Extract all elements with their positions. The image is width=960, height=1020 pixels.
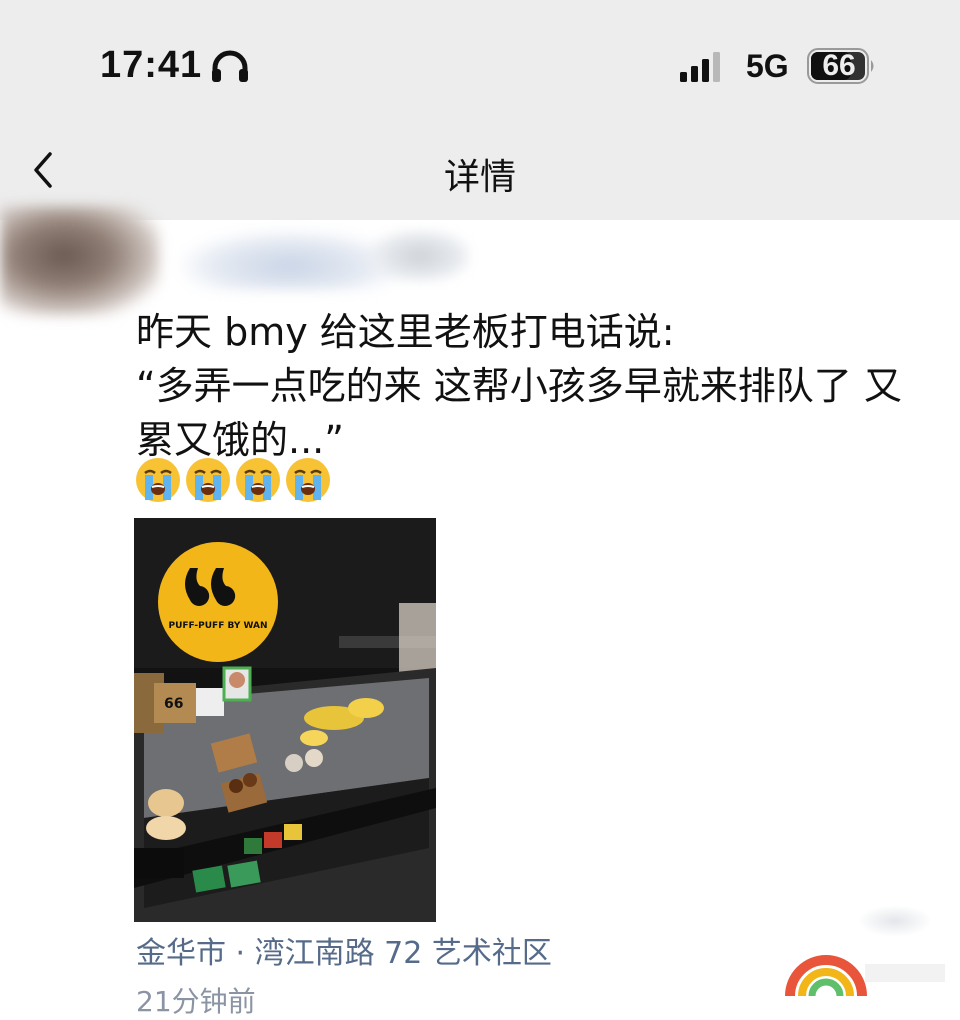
loudly-crying-face-icon bbox=[236, 458, 280, 502]
redacted-area bbox=[860, 906, 930, 936]
post-header bbox=[0, 190, 960, 316]
headphone-icon bbox=[212, 50, 248, 82]
loudly-crying-face-icon bbox=[136, 458, 180, 502]
emoji-row bbox=[134, 456, 332, 504]
logo-text: PUFF-PUFF BY WAN bbox=[168, 621, 267, 631]
signal-bars-icon bbox=[680, 52, 720, 82]
post-text-line: 昨天 bmy 给这里老板打电话说: bbox=[136, 310, 675, 354]
post-photo[interactable]: PUFF-PUFF BY WAN 66 bbox=[134, 518, 436, 922]
post-location[interactable]: 金华市 · 湾江南路 72 艺术社区 bbox=[136, 928, 552, 972]
status-time: 17:41 bbox=[100, 44, 203, 86]
post-text: 昨天 bmy 给这里老板打电话说: “多弄一点吃的来 这帮小孩多早就来排队了 又… bbox=[136, 305, 936, 467]
meta-redacted bbox=[370, 230, 470, 282]
post-time: 21分钟前 bbox=[136, 985, 256, 1018]
network-type: 5G bbox=[746, 48, 789, 84]
loudly-crying-face-icon bbox=[186, 458, 230, 502]
username-redacted bbox=[180, 230, 400, 290]
avatar[interactable] bbox=[0, 206, 160, 316]
svg-text:66: 66 bbox=[164, 696, 183, 712]
battery-level: 66 bbox=[822, 49, 856, 82]
top-area: 17:41 5G 66 详情 bbox=[0, 0, 960, 220]
loudly-crying-face-icon bbox=[286, 458, 330, 502]
post-text-line: “多弄一点吃的来 这帮小孩多早就来排队了 又 bbox=[136, 364, 902, 408]
watermark-logo bbox=[785, 955, 945, 996]
bakery-display-photo: PUFF-PUFF BY WAN 66 bbox=[134, 518, 436, 922]
status-bar: 17:41 5G 66 bbox=[0, 0, 960, 120]
